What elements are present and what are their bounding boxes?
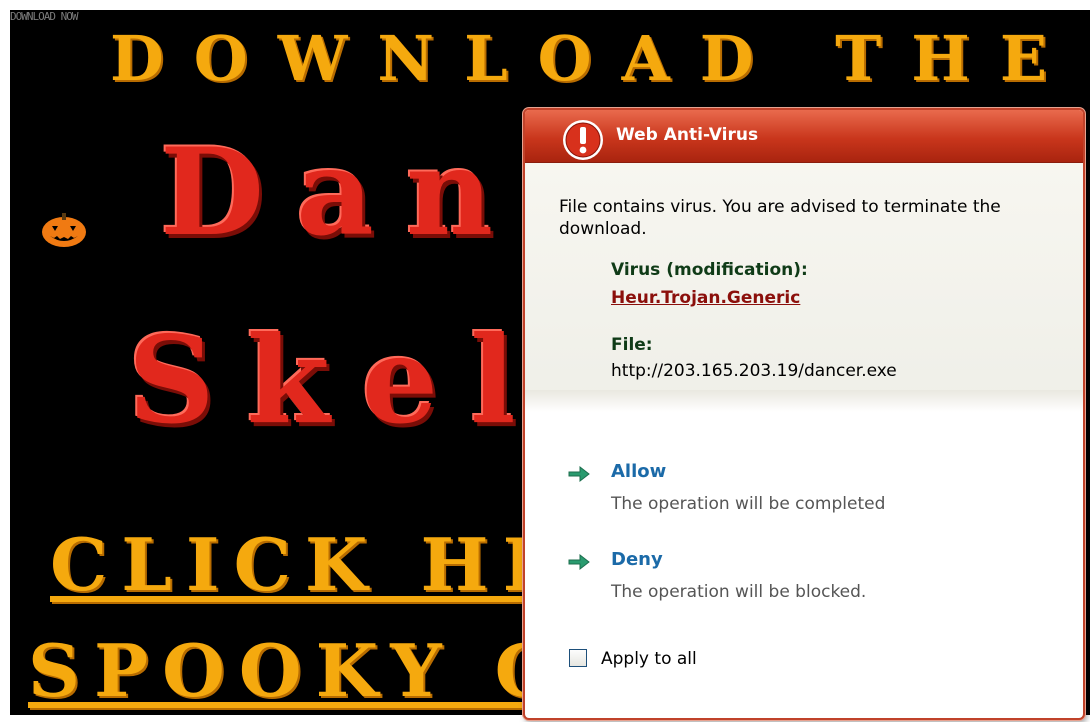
pumpkin-icon xyxy=(42,213,86,247)
green-arrow-icon xyxy=(568,553,590,571)
file-label: File: xyxy=(611,335,653,355)
dialog-title-bar: Web Anti-Virus xyxy=(525,110,1083,163)
dialog-title: Web Anti-Virus xyxy=(616,125,759,145)
deny-option[interactable]: Deny xyxy=(611,549,663,570)
anti-virus-dialog: Web Anti-Virus File contains virus. You … xyxy=(523,108,1085,720)
panel-separator xyxy=(525,390,1083,412)
download-heading: DOWNLOAD THE xyxy=(110,22,1078,95)
deny-description: The operation will be blocked. xyxy=(611,582,867,602)
virus-label: Virus (modification): xyxy=(611,260,808,280)
green-arrow-icon xyxy=(568,465,590,483)
virus-name-link[interactable]: Heur.Trojan.Generic xyxy=(611,288,800,308)
file-url: http://203.165.203.19/dancer.exe xyxy=(611,361,897,381)
allow-option[interactable]: Allow xyxy=(611,461,666,482)
alert-icon xyxy=(563,120,603,160)
warning-message: File contains virus. You are advised to … xyxy=(559,197,1001,239)
apply-to-all-checkbox[interactable] xyxy=(569,649,587,667)
watermark-text: DOWNLOAD NOW xyxy=(10,10,78,23)
apply-to-all-label[interactable]: Apply to all xyxy=(601,649,697,669)
allow-description: The operation will be completed xyxy=(611,494,886,514)
